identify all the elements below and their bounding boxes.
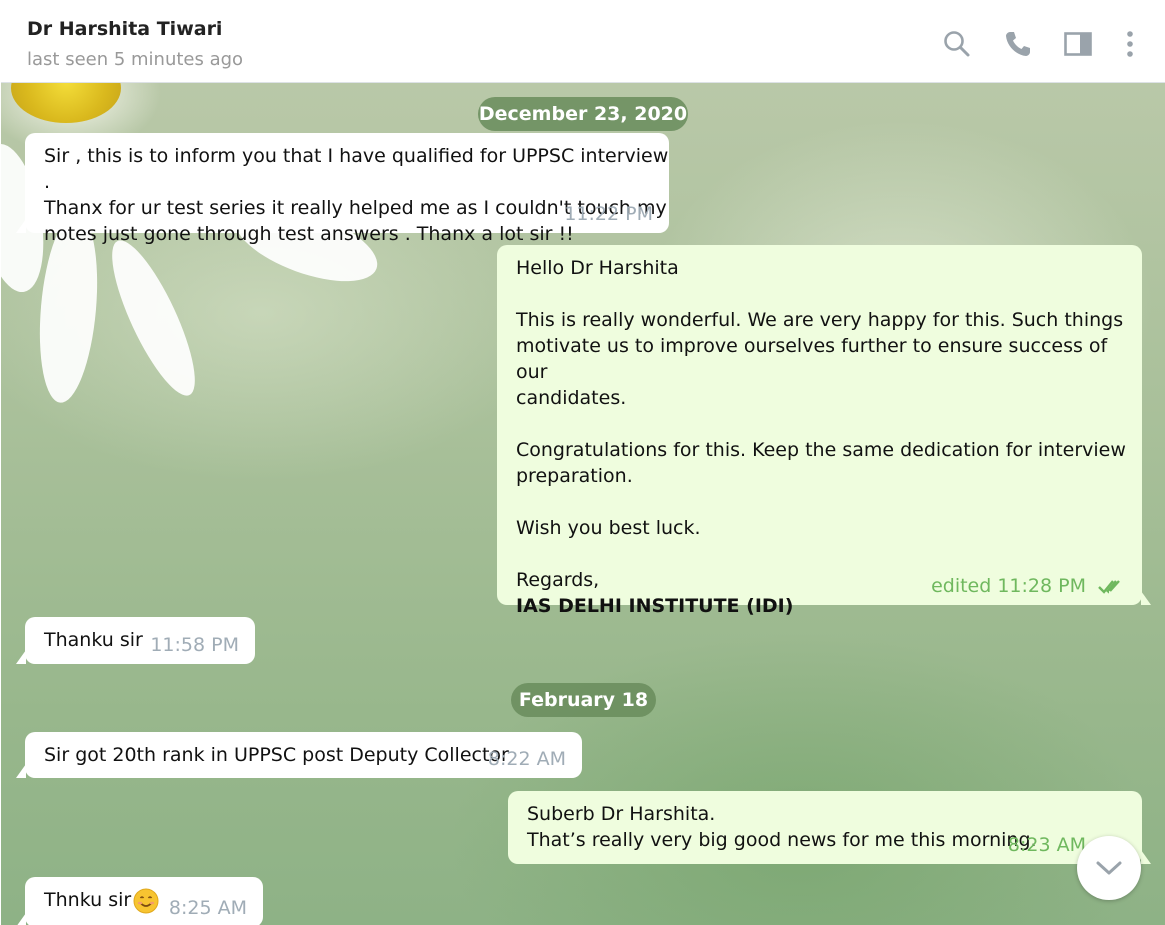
- more-vert-icon[interactable]: [1114, 28, 1146, 60]
- bubble-tail: [16, 913, 26, 925]
- date-separator: February 18: [511, 683, 656, 717]
- message-bubble-incoming[interactable]: Thnku sir 8:25 AM: [16, 877, 263, 925]
- message-time: 11:22 PM: [564, 203, 653, 225]
- message-time-text: 8:23 AM: [1007, 834, 1086, 856]
- date-separator: December 23, 2020: [478, 97, 688, 131]
- chevron-down-icon: [1096, 861, 1122, 875]
- double-check-icon: [1098, 579, 1120, 594]
- bubble-tail: [1141, 850, 1151, 864]
- bubble-tail: [16, 650, 26, 664]
- message-text: Sir , this is to inform you that I have …: [44, 145, 669, 245]
- message-time: 8:22 AM: [487, 748, 566, 770]
- phone-icon[interactable]: [1002, 28, 1034, 60]
- message-bubble-incoming[interactable]: Thanku sir 11:58 PM: [16, 617, 255, 664]
- last-seen-status: last seen 5 minutes ago: [27, 49, 244, 70]
- background-petal: [97, 231, 210, 405]
- chat-history[interactable]: December 23, 2020 Sir , this is to infor…: [1, 83, 1165, 925]
- message-time-text: edited 11:28 PM: [931, 575, 1086, 597]
- search-icon[interactable]: [941, 28, 973, 60]
- bubble-tail: [16, 764, 26, 778]
- chat-title[interactable]: Dr Harshita Tiwari: [27, 18, 222, 40]
- message-time: 11:58 PM: [150, 634, 239, 656]
- bubble-tail: [16, 219, 26, 233]
- message-time: edited 11:28 PM: [931, 573, 1126, 599]
- scroll-to-bottom-button[interactable]: [1077, 836, 1141, 900]
- flower-center: [11, 83, 121, 123]
- message-text: Thnku sir: [44, 889, 132, 911]
- message-time: 8:25 AM: [168, 897, 247, 919]
- sidebar-toggle-icon[interactable]: [1062, 28, 1094, 60]
- message-bubble-outgoing[interactable]: Hello Dr Harshita This is really wonderf…: [497, 245, 1151, 617]
- message-bubble-outgoing[interactable]: Suberb Dr Harshita. That’s really very b…: [508, 791, 1151, 864]
- message-bubble-incoming[interactable]: Sir , this is to inform you that I have …: [16, 133, 669, 245]
- smiling-face-emoji: [133, 888, 159, 913]
- bubble-tail: [1141, 591, 1151, 605]
- message-text: Hello Dr Harshita This is really wonderf…: [516, 257, 1126, 591]
- chat-header: Dr Harshita Tiwari last seen 5 minutes a…: [1, 2, 1165, 83]
- message-bubble-incoming[interactable]: Sir got 20th rank in UPPSC post Deputy C…: [16, 732, 582, 778]
